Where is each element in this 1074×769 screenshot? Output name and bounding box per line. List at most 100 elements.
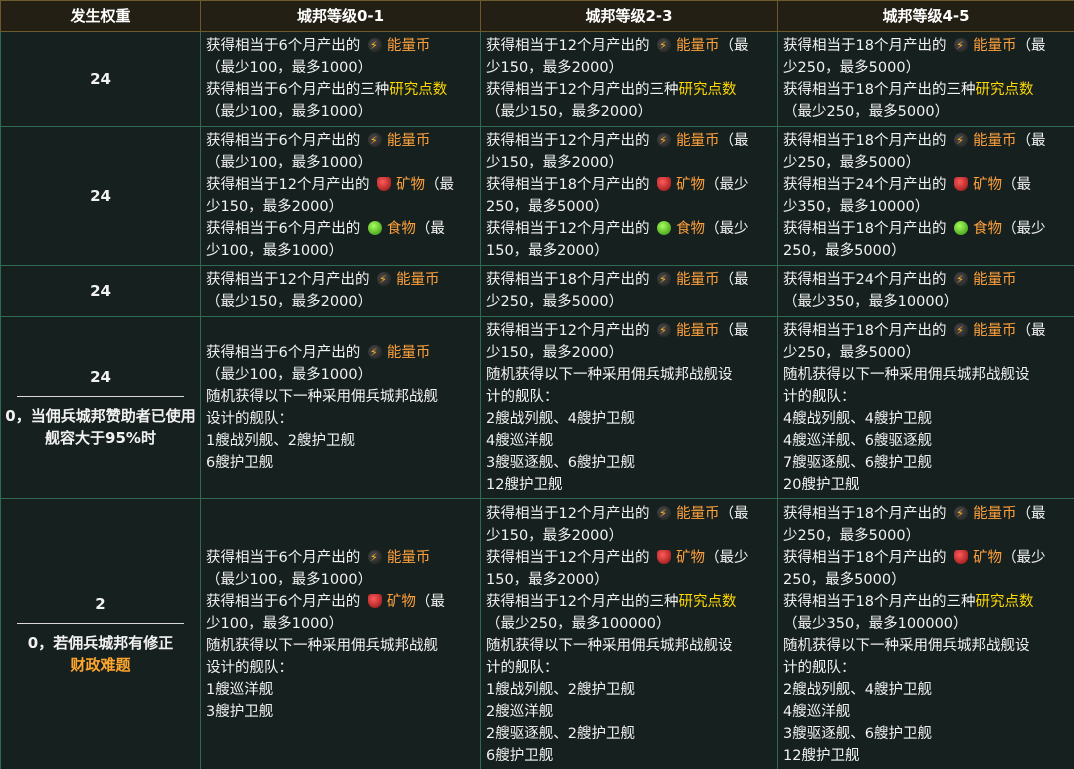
reward-cell: 获得相当于12个月产出的 能量币 （最少150，最多2000） <box>200 265 481 317</box>
mineral-label: 矿物 <box>973 549 1003 566</box>
reward-text: 少150，最多2000） <box>486 344 624 361</box>
energy-label: 能量币 <box>676 505 720 522</box>
reward-text: 4艘巡洋舰、6艘驱逐舰 <box>783 432 932 449</box>
energy-label: 能量币 <box>386 344 431 361</box>
energy-credit-icon <box>954 35 969 57</box>
reward-text: （最少 <box>1002 549 1046 566</box>
table-row: 240，当佣兵城邦赞助者已使用舰容大于95%时获得相当于6个月产出的 能量币（最… <box>0 316 1074 499</box>
reward-line: 获得相当于18个月产出的 能量币（最 <box>783 35 1071 57</box>
reward-line: 20艘护卫舰 <box>783 474 1071 496</box>
reward-line: 获得相当于12个月产出的 能量币（最 <box>486 130 774 152</box>
weight-value: 24 <box>90 70 111 88</box>
reward-text: 2艘战列舰、4艘护卫舰 <box>783 681 932 698</box>
reward-cell: 获得相当于6个月产出的 能量币 （最少100，最多1000） 获得相当于6个月产出的… <box>200 31 481 127</box>
mineral-label: 矿物 <box>396 177 426 193</box>
reward-line: 少150，最多2000） <box>206 196 477 218</box>
reward-line: 获得相当于12个月产出的三种研究点数 <box>486 591 774 613</box>
reward-cell: 获得相当于18个月产出的 能量币（最少250，最多5000）获得相当于24个月产… <box>777 126 1074 266</box>
reward-text: （最 <box>425 177 455 193</box>
reward-line: 少150，最多2000） <box>486 342 774 364</box>
reward-line: 1艘巡洋舰 <box>206 679 477 701</box>
reward-cell: 获得相当于24个月产出的 能量币 （最少350，最多10000） <box>777 265 1074 317</box>
reward-cell: 获得相当于6个月产出的 能量币 （最少100，最多1000） 随机获得以下一种采用佣… <box>200 316 481 499</box>
reward-line: 获得相当于6个月产出的 食物（最 <box>206 218 477 240</box>
reward-line: 150，最多2000） <box>486 569 774 591</box>
reward-text: 少150，最多2000） <box>206 199 344 215</box>
reward-cell: 获得相当于12个月产出的 能量币（最少150，最多2000）获得相当于12个月产… <box>480 498 778 769</box>
reward-line: （最少150，最多2000） <box>486 101 774 123</box>
reward-text: （最少100，最多1000） <box>206 366 373 383</box>
reward-line: 随机获得以下一种采用佣兵城邦战舰设 <box>486 364 774 386</box>
reward-text: （最少 <box>1002 221 1046 237</box>
reward-text: 获得相当于6个月产出的 <box>206 221 365 237</box>
reward-text: 获得相当于6个月产出的 <box>206 344 365 361</box>
reward-line: 获得相当于12个月产出的三种研究点数 <box>486 79 774 101</box>
energy-credit-icon <box>954 130 969 152</box>
reward-line: 少150，最多2000） <box>486 152 774 174</box>
reward-line: 250，最多5000） <box>783 569 1071 591</box>
reward-line: 4艘巡洋舰 <box>783 701 1071 723</box>
food-label: 食物 <box>676 221 706 237</box>
reward-line: 2艘驱逐舰、2艘护卫舰 <box>486 723 774 745</box>
reward-text: 设计的舰队： <box>206 410 293 427</box>
reward-line: 获得相当于6个月产出的 矿物（最 <box>206 591 477 613</box>
reward-line: （最少100，最多1000） <box>206 569 477 591</box>
modifier-link[interactable]: 财政难题 <box>5 654 196 676</box>
reward-line: 少100，最多1000） <box>206 240 477 262</box>
reward-line: 少350，最多10000） <box>783 196 1071 218</box>
reward-text: 计的舰队： <box>486 388 559 405</box>
reward-line: 4艘战列舰、4艘护卫舰 <box>783 408 1071 430</box>
reward-line: 6艘护卫舰 <box>486 745 774 767</box>
table-row: 24获得相当于6个月产出的 能量币（最少100，最多1000）获得相当于12个月… <box>0 126 1074 266</box>
reward-text: 获得相当于6个月产出的 <box>206 38 365 54</box>
mineral-label: 矿物 <box>676 177 706 193</box>
energy-label: 能量币 <box>973 505 1017 522</box>
reward-text: 12艘护卫舰 <box>783 747 860 764</box>
reward-text: （最 <box>1016 322 1046 339</box>
reward-text: （最少150，最多2000） <box>206 294 373 310</box>
reward-text: 250，最多5000） <box>486 199 609 215</box>
reward-line: （最少350，最多100000） <box>783 613 1071 635</box>
reward-text: （最 <box>719 133 749 149</box>
reward-line: 150，最多2000） <box>486 240 774 262</box>
header-level-2-3: 城邦等级2-3 <box>480 0 778 32</box>
reward-line: （最少100，最多1000） <box>206 57 477 79</box>
reward-text: 2艘巡洋舰 <box>486 703 554 720</box>
reward-line: 获得相当于18个月产出的 能量币（最 <box>783 130 1071 152</box>
reward-text: 6艘护卫舰 <box>486 747 554 764</box>
reward-text: （最少 <box>705 549 749 566</box>
reward-text: 随机获得以下一种采用佣兵城邦战舰设 <box>486 366 733 383</box>
energy-credit-icon <box>367 35 382 57</box>
reward-text: 少150，最多2000） <box>486 155 624 171</box>
reward-cell: 获得相当于12个月产出的 能量币（最少150，最多2000）获得相当于12个月产… <box>480 31 778 127</box>
reward-line: 少250，最多5000） <box>783 152 1071 174</box>
reward-text: 获得相当于12个月产出的 <box>486 38 655 54</box>
reward-text: 2艘驱逐舰、2艘护卫舰 <box>486 725 635 742</box>
weight-condition: 0，当佣兵城邦赞助者已使用舰容大于95%时 <box>5 407 196 447</box>
reward-line: 2艘战列舰、4艘护卫舰 <box>783 679 1071 701</box>
reward-text: 获得相当于18个月产出的三种 <box>783 82 976 98</box>
reward-text: 少250，最多5000） <box>783 527 921 544</box>
reward-text: （最 <box>719 272 749 288</box>
reward-line: 计的舰队： <box>486 657 774 679</box>
energy-label: 能量币 <box>396 272 440 288</box>
reward-line: 获得相当于18个月产出的 能量币（最 <box>783 503 1071 525</box>
reward-line: 3艘驱逐舰、6艘护卫舰 <box>783 723 1071 745</box>
header-row: 发生权重 城邦等级0-1 城邦等级2-3 城邦等级4-5 <box>0 0 1074 32</box>
reward-line: （最少350，最多10000） <box>783 291 1071 313</box>
reward-text: （最少250，最多5000） <box>783 104 950 120</box>
table-row: 20，若佣兵城邦有修正财政难题获得相当于6个月产出的 能量币（最少100，最多1… <box>0 498 1074 769</box>
reward-line: （最少250，最多5000） <box>783 101 1071 123</box>
research-label: 研究点数 <box>678 82 737 98</box>
reward-text: 1艘战列舰、2艘护卫舰 <box>206 432 355 449</box>
reward-text: 获得相当于6个月产出的 <box>206 133 365 149</box>
reward-line: 获得相当于12个月产出的 矿物（最 <box>206 174 477 196</box>
reward-text: 少350，最多10000） <box>783 199 930 215</box>
reward-text: （最 <box>1016 133 1046 149</box>
table-row: 24 获得相当于12个月产出的 能量币 （最少150，最多2000） 获得相当于18个… <box>0 265 1074 317</box>
food-apple-icon <box>367 221 382 235</box>
reward-text: 250，最多5000） <box>783 243 906 259</box>
energy-label: 能量币 <box>676 133 720 149</box>
reward-text: 计的舰队： <box>486 659 559 676</box>
reward-text: 少250，最多5000） <box>486 294 624 310</box>
